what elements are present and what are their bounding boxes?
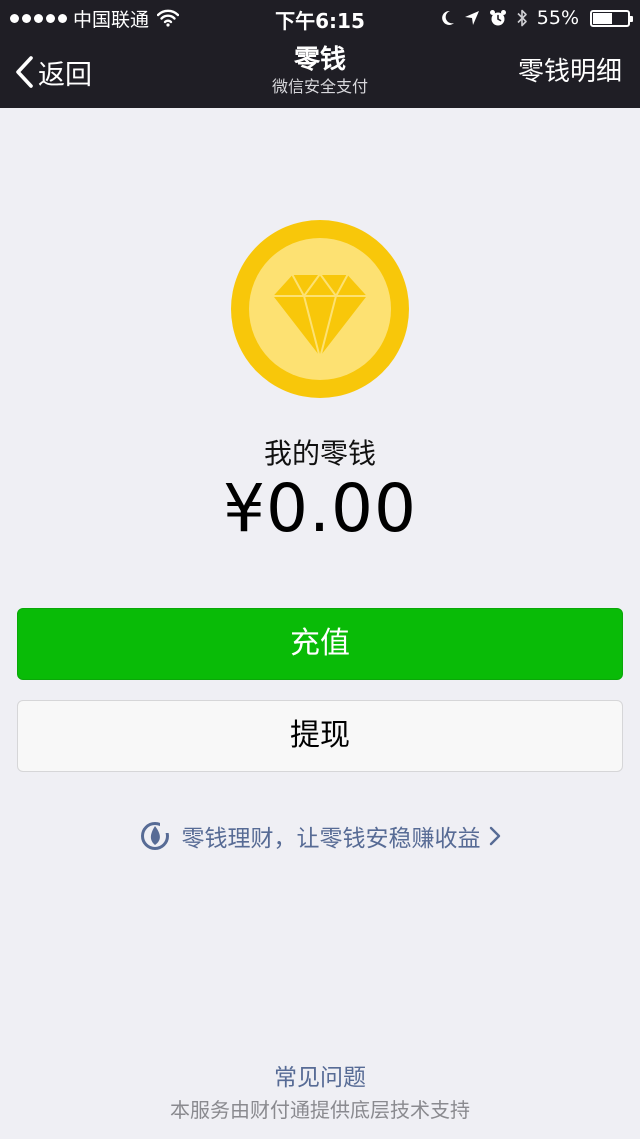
balance-details-button[interactable]: 零钱明细 [518, 52, 622, 92]
moon-icon [441, 10, 454, 25]
wealth-management-link[interactable]: 零钱理财，让零钱安稳赚收益 [0, 816, 640, 856]
alarm-icon [489, 10, 506, 26]
diamond-coin-icon [231, 220, 409, 398]
bluetooth-icon [517, 9, 527, 27]
back-button[interactable]: 返回 [14, 52, 92, 92]
status-bar: 中国联通 下午6:15 55% [0, 0, 640, 36]
nav-title-group: 零钱 微信安全支付 [170, 44, 470, 98]
licaitong-icon [140, 821, 170, 851]
header: 中国联通 下午6:15 55% 返回 零钱 微信安全支付 零钱明细 [0, 0, 640, 108]
chevron-right-icon [489, 825, 501, 847]
service-provider-note: 本服务由财付通提供底层技术支持 [170, 1098, 470, 1122]
chevron-left-icon [16, 56, 33, 88]
wealth-management-text: 零钱理财，让零钱安稳赚收益 [181, 826, 481, 852]
back-label: 返回 [38, 59, 92, 91]
balance-amount: ¥0.00 [223, 470, 417, 547]
status-right: 55% [439, 6, 633, 30]
page-subtitle: 微信安全支付 [271, 77, 368, 96]
location-arrow-icon [464, 11, 479, 25]
wallet-screen: 中国联通 下午6:15 55% 返回 零钱 微信安全支付 零钱明细 我的零钱 ¥… [0, 0, 640, 1139]
battery-icon [590, 9, 633, 27]
withdraw-button[interactable]: 提现 [17, 700, 623, 772]
battery-percent: 55% [536, 7, 579, 29]
faq-link[interactable]: 常见问题 [0, 1058, 640, 1092]
page-title: 零钱 [293, 45, 346, 75]
battery-fill [593, 12, 612, 24]
balance-label: 我的零钱 [263, 437, 376, 470]
recharge-button[interactable]: 充值 [17, 608, 623, 680]
